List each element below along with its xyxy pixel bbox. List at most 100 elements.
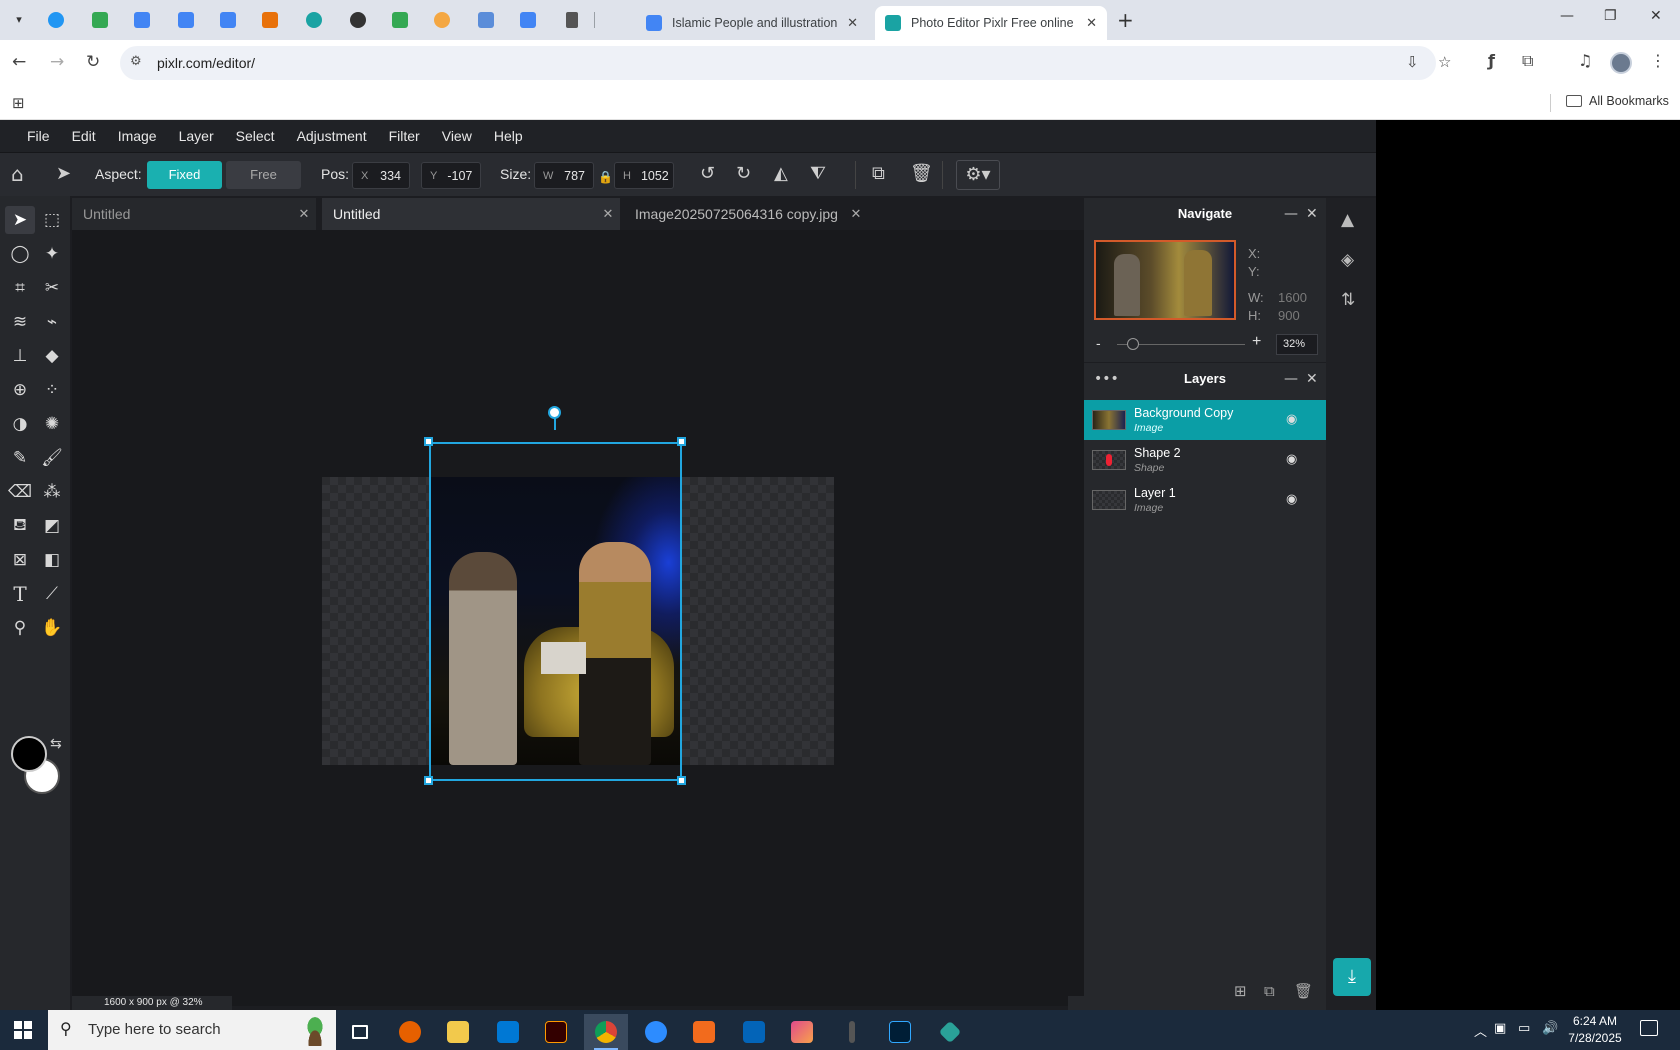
close-icon[interactable]: ✕: [847, 16, 858, 31]
visibility-eye-icon[interactable]: ◉: [1286, 452, 1297, 467]
rotate-right-icon[interactable]: ↻: [736, 164, 751, 184]
duplicate-layer-icon[interactable]: ⧉: [1264, 982, 1275, 1000]
pinned-tab[interactable]: [258, 8, 282, 32]
gradient-tool-icon[interactable]: ◩: [37, 512, 67, 540]
rotate-left-icon[interactable]: ↺: [700, 164, 715, 184]
magic-wand-icon[interactable]: ✦: [37, 240, 67, 268]
close-icon[interactable]: ✕: [844, 207, 868, 222]
hand-tool-icon[interactable]: ✋: [37, 614, 67, 642]
visibility-eye-icon[interactable]: ◉: [1286, 492, 1297, 507]
layer-row-layer-1[interactable]: Layer 1 Image ◉: [1084, 480, 1326, 520]
menu-filter[interactable]: Filter: [378, 120, 431, 152]
lasso-tool-icon[interactable]: ◯: [5, 240, 35, 268]
frame-tool-icon[interactable]: ⊠: [5, 546, 35, 574]
pinned-tab[interactable]: [44, 8, 68, 32]
menu-select[interactable]: Select: [225, 120, 286, 152]
rotate-handle[interactable]: [548, 406, 561, 419]
color-replace-icon[interactable]: ✺: [37, 410, 67, 438]
minimize-icon[interactable]: —: [1560, 8, 1574, 24]
pinned-tab[interactable]: [346, 8, 370, 32]
layer-row-shape-2[interactable]: Shape 2 Shape ◉: [1084, 440, 1326, 480]
minimize-panel-icon[interactable]: —: [1284, 363, 1298, 395]
pen-app-icon[interactable]: [830, 1014, 874, 1050]
delete-layer-icon[interactable]: 🗑: [910, 164, 933, 184]
aspect-fixed-button[interactable]: Fixed: [147, 161, 222, 189]
add-layer-icon[interactable]: ⊞: [1234, 982, 1247, 1000]
flip-horizontal-icon[interactable]: ◭: [774, 164, 788, 184]
canvas-area[interactable]: [72, 230, 1084, 1006]
avatar[interactable]: [1610, 52, 1632, 74]
tray-overflow-icon[interactable]: ︿: [1474, 1021, 1487, 1040]
zoom-slider-knob[interactable]: [1127, 338, 1139, 350]
delete-layer-icon[interactable]: 🗑: [1294, 982, 1313, 1000]
size-w-field[interactable]: W 787: [534, 162, 594, 189]
menu-adjustment[interactable]: Adjustment: [286, 120, 378, 152]
menu-layer[interactable]: Layer: [168, 120, 225, 152]
pinned-tab[interactable]: [174, 8, 198, 32]
zoom-icon[interactable]: [634, 1014, 678, 1050]
pixelate-dots-icon[interactable]: ⁘: [37, 376, 67, 404]
resize-handle[interactable]: [677, 776, 686, 785]
menu-image[interactable]: Image: [107, 120, 168, 152]
start-windows-icon[interactable]: [14, 1021, 32, 1039]
zoom-tool-icon[interactable]: ⚲: [5, 614, 35, 642]
outlook-icon[interactable]: [732, 1014, 776, 1050]
search-placeholder[interactable]: Type here to search: [88, 1021, 221, 1038]
tab-pixlr-editor[interactable]: Photo Editor Pixlr Free online Im ✕: [875, 6, 1107, 40]
pinned-tab[interactable]: [516, 8, 540, 32]
pos-x-value[interactable]: 334: [378, 169, 409, 183]
pinned-tab[interactable]: [388, 8, 412, 32]
notification-icon[interactable]: [1640, 1020, 1658, 1036]
text-tool-icon[interactable]: T: [5, 580, 35, 608]
pinned-tab[interactable]: [302, 8, 326, 32]
pinned-tab[interactable]: [130, 8, 154, 32]
aspect-free-button[interactable]: Free: [226, 161, 301, 189]
minimize-panel-icon[interactable]: —: [1284, 198, 1298, 230]
size-w-value[interactable]: 787: [563, 169, 593, 183]
clone-stamp-icon[interactable]: ⊥: [5, 342, 35, 370]
size-h-field[interactable]: H 1052: [614, 162, 674, 189]
close-panel-icon[interactable]: ✕: [1306, 198, 1318, 230]
menu-file[interactable]: File: [16, 120, 61, 152]
menu-kebab-icon[interactable]: ⋮: [1650, 51, 1666, 70]
site-info-icon[interactable]: ⚙: [130, 54, 142, 69]
pixlr-app-icon[interactable]: [928, 1014, 972, 1050]
chrome-icon[interactable]: [584, 1014, 628, 1050]
creative-cloud-icon[interactable]: [780, 1014, 824, 1050]
pen-tool-icon[interactable]: ✎: [5, 444, 35, 472]
navigator-icon[interactable]: ▲: [1341, 210, 1354, 230]
save-download-button[interactable]: ⤓: [1333, 958, 1371, 996]
pos-y-value[interactable]: -107: [447, 169, 480, 183]
arrange-tool-icon[interactable]: ➤: [5, 206, 35, 234]
url-text[interactable]: pixlr.com/editor/: [157, 55, 255, 71]
transform-selection-box[interactable]: [429, 442, 682, 781]
extension-fx-icon[interactable]: ƒ: [1488, 51, 1495, 70]
pinned-tab[interactable]: [88, 8, 112, 32]
layer-row-background-copy[interactable]: Background Copy Image ◉: [1084, 400, 1326, 440]
menu-edit[interactable]: Edit: [61, 120, 107, 152]
home-icon[interactable]: ⌂: [11, 164, 24, 184]
settings-gear-icon[interactable]: ⚙▾: [956, 160, 1000, 190]
flip-vertical-icon[interactable]: ⧨: [810, 164, 826, 184]
pinned-tab[interactable]: [474, 8, 498, 32]
volume-icon[interactable]: 🔊: [1542, 1021, 1558, 1036]
arrange-tool-icon[interactable]: ➤: [56, 164, 71, 184]
layers-stack-icon[interactable]: ◈: [1341, 250, 1354, 270]
file-explorer-icon[interactable]: [436, 1014, 480, 1050]
vscode-icon[interactable]: [486, 1014, 530, 1050]
pos-y-field[interactable]: Y -107: [421, 162, 481, 189]
tab-islamic-people[interactable]: Islamic People and illustration v ✕: [636, 6, 868, 40]
close-icon[interactable]: ✕: [292, 207, 316, 222]
resize-handle[interactable]: [424, 776, 433, 785]
new-tab-button[interactable]: +: [1117, 8, 1134, 32]
close-icon[interactable]: ✕: [596, 207, 620, 222]
eraser-tool-icon[interactable]: ⌫: [5, 478, 35, 506]
fill-bucket-icon[interactable]: ⛾: [5, 512, 35, 540]
firefox-icon[interactable]: [388, 1014, 432, 1050]
heal-bandage-icon[interactable]: ⌁: [37, 308, 67, 336]
media-control-icon[interactable]: ♫: [1578, 51, 1592, 70]
liquify-tool-icon[interactable]: ≋: [5, 308, 35, 336]
back-icon[interactable]: ←: [12, 52, 26, 72]
size-h-value[interactable]: 1052: [641, 169, 677, 183]
menu-view[interactable]: View: [431, 120, 483, 152]
